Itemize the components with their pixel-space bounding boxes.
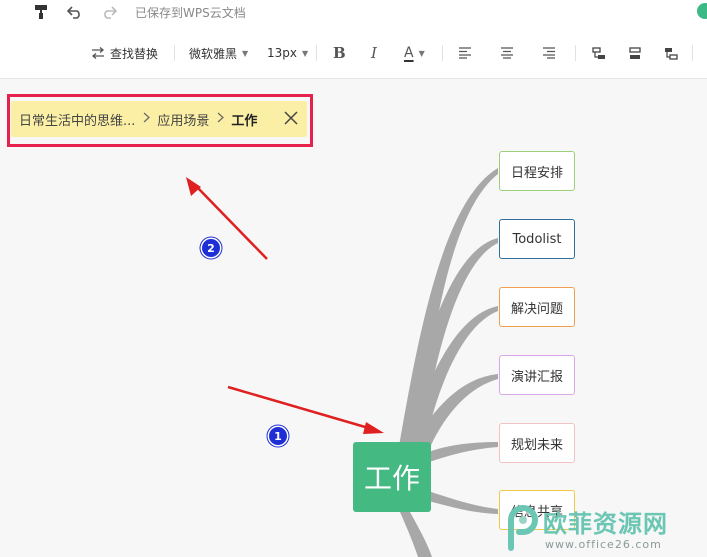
font-size-select[interactable]: 13px ▼ bbox=[267, 28, 308, 78]
annotation-badge-1: 1 bbox=[269, 427, 287, 445]
watermark-logo-icon bbox=[508, 505, 538, 551]
swap-icon bbox=[91, 47, 105, 59]
child-topic[interactable]: 日程安排 bbox=[499, 151, 575, 191]
arrow-head bbox=[186, 177, 201, 196]
parent-topic-icon bbox=[665, 47, 678, 60]
font-color-button[interactable]: A ▼ bbox=[404, 28, 425, 78]
title-bar: 已保存到WPS云文档 bbox=[0, 0, 707, 28]
font-size-value: 13px bbox=[267, 46, 297, 60]
find-replace-label: 查找替换 bbox=[110, 46, 159, 61]
toolbar-divider bbox=[442, 45, 443, 61]
watermark: 欧菲资源网 www.office26.com bbox=[505, 500, 707, 557]
child-topic[interactable]: 解决问题 bbox=[499, 287, 575, 327]
insert-sibling-button[interactable] bbox=[628, 28, 642, 78]
branch-line bbox=[400, 512, 432, 557]
align-right-icon bbox=[543, 47, 555, 59]
child-topic[interactable]: 演讲汇报 bbox=[499, 355, 575, 395]
align-right-button[interactable] bbox=[542, 28, 556, 78]
caret-down-icon: ▼ bbox=[302, 48, 309, 58]
align-left-icon bbox=[459, 47, 471, 59]
font-family-value: 微软雅黑 bbox=[189, 46, 238, 61]
toolbar-divider bbox=[174, 45, 175, 61]
format-toolbar: 查找替换 微软雅黑 ▼ 13px ▼ B I A ▼ bbox=[0, 28, 707, 79]
watermark-url: www.office26.com bbox=[545, 538, 662, 551]
caret-down-icon: ▼ bbox=[242, 48, 249, 58]
annotation-badge-2: 2 bbox=[202, 239, 220, 257]
undo-icon[interactable] bbox=[65, 2, 85, 22]
child-topic-icon bbox=[592, 46, 605, 59]
annotation-arrows bbox=[186, 177, 384, 434]
child-topic[interactable]: 规划未来 bbox=[499, 423, 575, 463]
font-color-label: A bbox=[404, 45, 414, 61]
toolbar-divider bbox=[316, 45, 317, 61]
align-center-button[interactable] bbox=[500, 28, 514, 78]
italic-button[interactable]: I bbox=[371, 28, 377, 78]
caret-down-icon: ▼ bbox=[418, 48, 425, 58]
watermark-text: 欧菲资源网 bbox=[543, 510, 668, 538]
highlight-box bbox=[7, 94, 313, 147]
branch-line bbox=[425, 490, 498, 514]
arrow-line bbox=[227, 385, 373, 431]
arrow-head bbox=[363, 422, 384, 434]
paint-roller-icon[interactable] bbox=[31, 2, 51, 22]
toolbar-divider bbox=[575, 45, 576, 61]
branch-line bbox=[420, 442, 498, 464]
toolbar-divider bbox=[692, 45, 693, 61]
bold-button[interactable]: B bbox=[333, 28, 346, 78]
child-topic[interactable]: Todolist bbox=[499, 219, 575, 259]
find-replace-button[interactable]: 查找替换 bbox=[91, 28, 158, 78]
align-left-button[interactable] bbox=[458, 28, 472, 78]
root-topic[interactable]: 工作 bbox=[353, 442, 431, 512]
sibling-topic-icon bbox=[629, 46, 641, 59]
save-status: 已保存到WPS云文档 bbox=[135, 6, 246, 20]
redo-icon[interactable] bbox=[99, 2, 119, 22]
insert-parent-button[interactable] bbox=[664, 28, 678, 78]
align-center-icon bbox=[501, 47, 513, 59]
font-family-select[interactable]: 微软雅黑 ▼ bbox=[189, 28, 248, 78]
insert-child-button[interactable] bbox=[592, 28, 606, 78]
user-avatar[interactable] bbox=[697, 3, 707, 19]
